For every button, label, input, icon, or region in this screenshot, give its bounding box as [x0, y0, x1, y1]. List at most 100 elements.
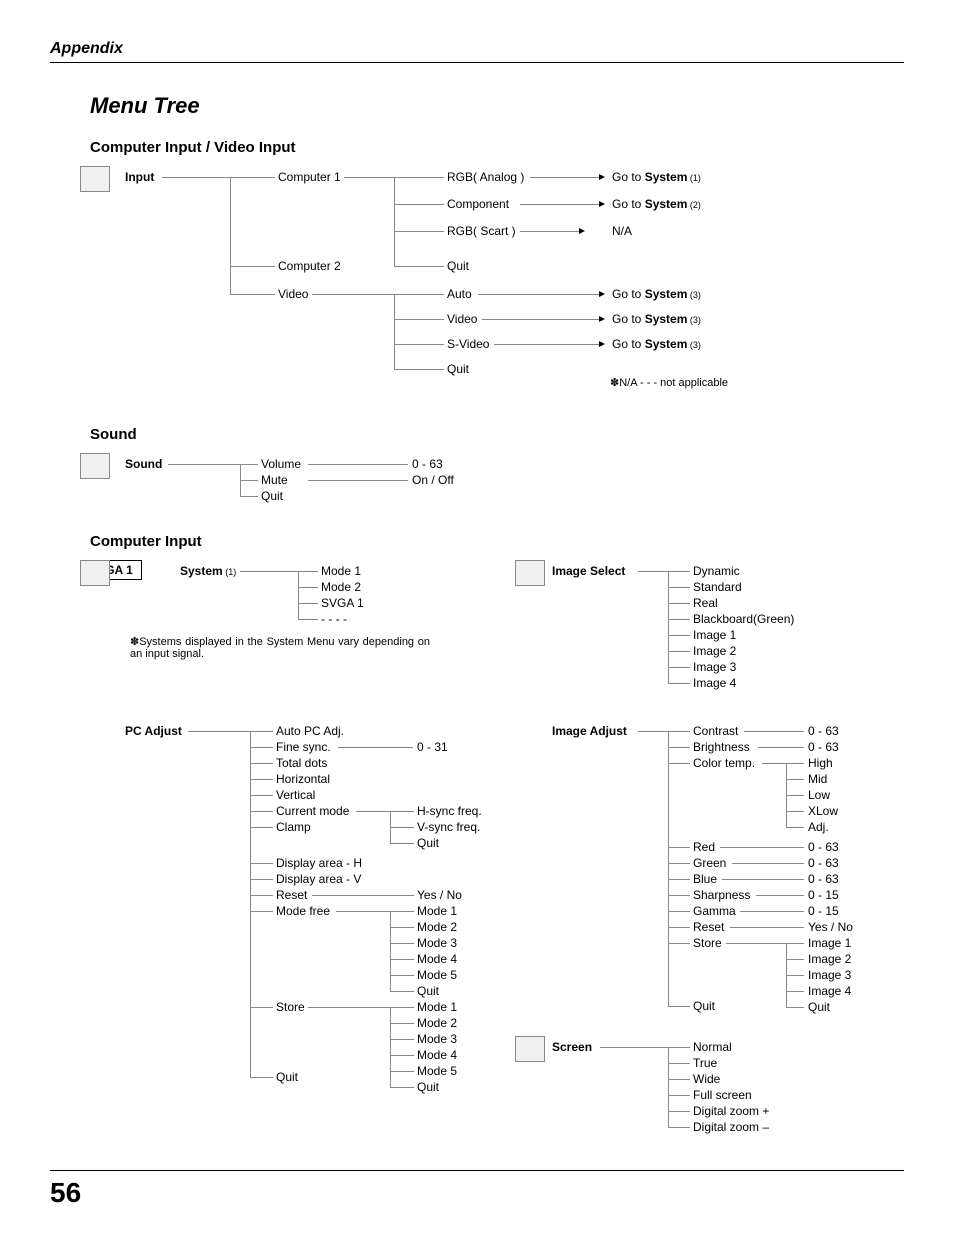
tree-item: Reset — [276, 888, 307, 902]
tree-item: 0 - 31 — [417, 740, 448, 754]
tree-item: Video — [278, 287, 308, 301]
tree-item: Mid — [808, 772, 827, 786]
tree-item: Image 1 — [808, 936, 851, 950]
tree-item: Mode 5 — [417, 1064, 457, 1078]
tree-item: Current mode — [276, 804, 349, 818]
tree-item: Mode free — [276, 904, 330, 918]
tree-item: RGB( Scart ) — [447, 224, 516, 238]
tree-item: 0 - 63 — [412, 457, 443, 471]
tree-item: Image 1 — [693, 628, 736, 642]
tree-item: Brightness — [693, 740, 750, 754]
tree-item: Go to System (3) — [612, 337, 701, 351]
tree-item: Full screen — [693, 1088, 752, 1102]
tree-item: Image 4 — [693, 676, 736, 690]
system-note: ✽Systems displayed in the System Menu va… — [130, 635, 430, 660]
tree-item: Video — [447, 312, 477, 326]
tree-item: Yes / No — [808, 920, 853, 934]
tree-item: Mode 1 — [417, 1000, 457, 1014]
page-header: Appendix — [50, 40, 904, 63]
tree-item: Store — [276, 1000, 305, 1014]
tree-item: Digital zoom – — [693, 1120, 769, 1134]
tree-item: - - - - — [321, 612, 347, 626]
tree-item: Green — [693, 856, 726, 870]
tree-item: H-sync freq. — [417, 804, 482, 818]
tree-item: Image 2 — [808, 952, 851, 966]
tree-item: Go to System (3) — [612, 287, 701, 301]
tree-item: Red — [693, 840, 715, 854]
tree-item: On / Off — [412, 473, 454, 487]
tree-item: Display area - V — [276, 872, 361, 886]
section-heading-input: Computer Input / Video Input — [90, 139, 904, 156]
tree-item: Quit — [417, 984, 439, 998]
tree-item: XLow — [808, 804, 838, 818]
tree-item: Image 4 — [808, 984, 851, 998]
image-select-root: Image Select — [552, 564, 625, 578]
tree-item: Mode 1 — [417, 904, 457, 918]
tree-item: N/A — [612, 224, 632, 238]
tree-item: Gamma — [693, 904, 736, 918]
tree-item: Yes / No — [417, 888, 462, 902]
page-title: Menu Tree — [90, 93, 904, 119]
tree-item: Mode 3 — [417, 936, 457, 950]
tree-item: Mode 5 — [417, 968, 457, 982]
tree-item: Mode 3 — [417, 1032, 457, 1046]
tree-item: Mute — [261, 473, 288, 487]
tree-item: Vertical — [276, 788, 315, 802]
tree-item: Wide — [693, 1072, 720, 1086]
tree-item: Mode 1 — [321, 564, 361, 578]
pc-adjust-icon — [80, 560, 110, 586]
tree-item: Reset — [693, 920, 724, 934]
tree-item: Horizontal — [276, 772, 330, 786]
pc-adjust-root: PC Adjust — [125, 724, 182, 738]
tree-item: 0 - 63 — [808, 840, 839, 854]
tree-item: Dynamic — [693, 564, 740, 578]
image-adjust-icon — [515, 560, 545, 586]
tree-item: 0 - 63 — [808, 724, 839, 738]
tree-item: S-Video — [447, 337, 489, 351]
tree-item: Quit — [276, 1070, 298, 1084]
tree-item: Quit — [693, 999, 715, 1013]
section-heading-computer: Computer Input — [90, 533, 904, 550]
tree-item: True — [693, 1056, 717, 1070]
tree-item: Fine sync. — [276, 740, 331, 754]
image-adjust-root: Image Adjust — [552, 724, 627, 738]
tree-item: V-sync freq. — [417, 820, 480, 834]
tree-item: High — [808, 756, 833, 770]
tree-item: Auto PC Adj. — [276, 724, 344, 738]
tree-item: Mode 2 — [417, 1016, 457, 1030]
tree-item: SVGA 1 — [321, 596, 364, 610]
screen-root: Screen — [552, 1040, 592, 1054]
tree-item: Go to System (2) — [612, 197, 701, 211]
appendix-label: Appendix — [50, 40, 123, 57]
tree-item: Computer 2 — [278, 259, 341, 273]
tree-item: Clamp — [276, 820, 311, 834]
tree-item: RGB( Analog ) — [447, 170, 524, 184]
input-icon — [80, 166, 110, 192]
tree-item: Display area - H — [276, 856, 362, 870]
tree-item: Normal — [693, 1040, 732, 1054]
tree-item: Component — [447, 197, 509, 211]
input-root: Input — [125, 170, 154, 184]
tree-item: Adj. — [808, 820, 829, 834]
tree-item: Go to System (3) — [612, 312, 701, 326]
tree-item: Blue — [693, 872, 717, 886]
screen-icon — [515, 1036, 545, 1062]
system-root: System (1) — [180, 564, 236, 578]
tree-item: Volume — [261, 457, 301, 471]
tree-item: Auto — [447, 287, 472, 301]
tree-item: Mode 2 — [417, 920, 457, 934]
tree-item: 0 - 15 — [808, 888, 839, 902]
tree-item: Store — [693, 936, 722, 950]
tree-item: Blackboard(Green) — [693, 612, 794, 626]
na-note: ✽N/A - - - not applicable — [610, 376, 728, 389]
tree-item: 0 - 63 — [808, 872, 839, 886]
tree-item: Quit — [417, 836, 439, 850]
tree-item: Total dots — [276, 756, 327, 770]
tree-item: Low — [808, 788, 830, 802]
tree-item: Quit — [447, 259, 469, 273]
tree-item: Quit — [447, 362, 469, 376]
sound-root: Sound — [125, 457, 162, 471]
tree-item: Computer 1 — [278, 170, 341, 184]
tree-item: Go to System (1) — [612, 170, 701, 184]
section-heading-sound: Sound — [90, 426, 904, 443]
